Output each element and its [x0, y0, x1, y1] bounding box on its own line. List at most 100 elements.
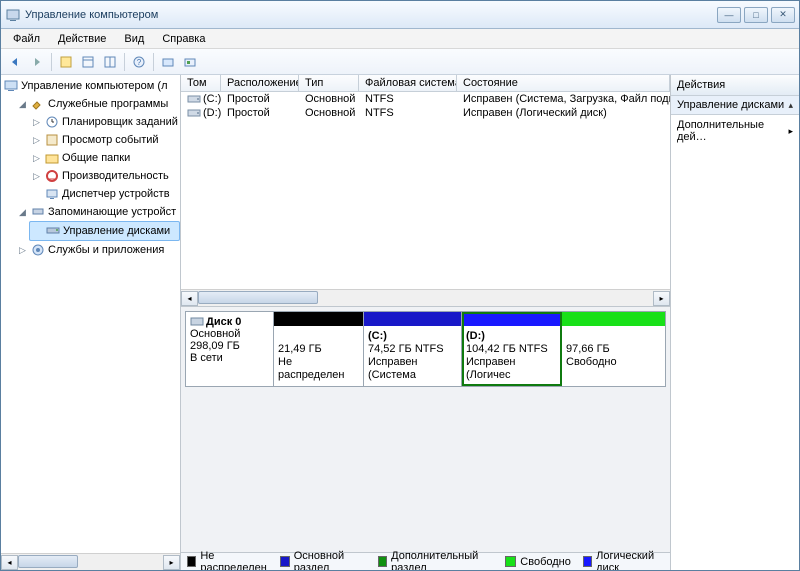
main-window: Управление компьютером — □ ✕ Файл Действ…: [0, 0, 800, 571]
partition-body: 21,49 ГБ Не распределен: [274, 326, 363, 386]
tree-label: Просмотр событий: [62, 134, 159, 146]
scroll-track[interactable]: [198, 291, 653, 306]
partition-body: (C:) 74,52 ГБ NTFS Исправен (Система: [364, 326, 461, 386]
expand-icon[interactable]: ▷: [31, 153, 42, 164]
disk-icon: [190, 316, 204, 328]
partition-size: 74,52 ГБ NTFS: [368, 343, 457, 356]
tree-task-scheduler[interactable]: ▷ Планировщик заданий: [29, 113, 180, 131]
disk-info: Диск 0 Основной 298,09 ГБ В сети: [186, 312, 274, 386]
partition-unallocated[interactable]: 21,49 ГБ Не распределен: [274, 312, 364, 386]
event-icon: [44, 132, 60, 148]
collapse-icon[interactable]: ◢: [17, 207, 28, 218]
col-type[interactable]: Тип: [299, 75, 359, 91]
actions-more[interactable]: Дополнительные дей… ▸: [671, 115, 799, 147]
actions-section[interactable]: Управление дисками ▴: [671, 96, 799, 115]
tree-services[interactable]: ▷ Службы и приложения: [15, 241, 180, 259]
collapse-icon[interactable]: ▴: [788, 100, 793, 111]
volume-status: Исправен (Логический диск): [457, 106, 670, 120]
tree-device-manager[interactable]: Диспетчер устройств: [29, 185, 180, 203]
scroll-thumb[interactable]: [198, 291, 318, 304]
volume-list-scrollbar[interactable]: ◂ ▸: [181, 289, 670, 306]
tree-label: Управление дисками: [63, 225, 170, 237]
tree-system-tools[interactable]: ◢ Служебные программы: [15, 95, 180, 113]
tree-event-viewer[interactable]: ▷ Просмотр событий: [29, 131, 180, 149]
tree-root[interactable]: Управление компьютером (л: [1, 77, 180, 95]
storage-icon: [30, 204, 46, 220]
minimize-button[interactable]: —: [717, 7, 741, 23]
partition-body: 97,66 ГБ Свободно: [562, 326, 665, 386]
partition-free[interactable]: 97,66 ГБ Свободно: [562, 312, 665, 386]
volume-status: Исправен (Система, Загрузка, Файл подкач…: [457, 92, 670, 106]
volume-type: Основной: [299, 92, 359, 106]
partitions: 21,49 ГБ Не распределен (C:) 74,52 ГБ NT…: [274, 312, 665, 386]
partition-name: (D:): [466, 330, 485, 342]
scroll-left-button[interactable]: ◂: [1, 555, 18, 570]
center-pane: Том Расположение Тип Файловая система Со…: [181, 75, 671, 570]
tree-performance[interactable]: ▷ Производительность: [29, 167, 180, 185]
expand-icon[interactable]: ▷: [31, 135, 42, 146]
tree-shared-folders[interactable]: ▷Общие папки: [29, 149, 180, 167]
volume-fs: NTFS: [359, 106, 457, 120]
menu-file[interactable]: Файл: [5, 31, 48, 47]
tree-label: Планировщик заданий: [62, 116, 178, 128]
partition-status: Не распределен: [278, 356, 359, 382]
actions-section-label: Управление дисками: [677, 99, 784, 111]
close-button[interactable]: ✕: [771, 7, 795, 23]
volume-name: (D:): [181, 106, 221, 120]
expand-icon[interactable]: ▷: [31, 117, 42, 128]
volume-name: (C:): [181, 92, 221, 106]
refresh-button[interactable]: [100, 52, 120, 72]
svg-text:?: ?: [137, 58, 142, 67]
partition-name: (C:): [368, 330, 387, 342]
up-button[interactable]: [56, 52, 76, 72]
col-filesystem[interactable]: Файловая система: [359, 75, 457, 91]
volume-list-header: Том Расположение Тип Файловая система Со…: [181, 75, 670, 92]
scroll-left-button[interactable]: ◂: [181, 291, 198, 306]
col-status[interactable]: Состояние: [457, 75, 670, 91]
partition-c[interactable]: (C:) 74,52 ГБ NTFS Исправен (Система: [364, 312, 462, 386]
tree-scrollbar[interactable]: ◂ ▸: [1, 553, 180, 570]
maximize-button[interactable]: □: [744, 7, 768, 23]
expand-icon[interactable]: ▷: [17, 245, 28, 256]
volume-row[interactable]: (C:) Простой Основной NTFS Исправен (Сис…: [181, 92, 670, 106]
col-volume[interactable]: Том: [181, 75, 221, 91]
partition-status: Исправен (Логичес: [466, 356, 557, 382]
tree-label: Производительность: [62, 170, 169, 182]
scroll-track[interactable]: [18, 555, 163, 570]
swatch-green: [505, 556, 516, 567]
disk-icon: [45, 223, 61, 239]
views-button[interactable]: [78, 52, 98, 72]
menu-action[interactable]: Действие: [50, 31, 114, 47]
partition-body: (D:) 104,42 ГБ NTFS Исправен (Логичес: [462, 326, 561, 386]
actions-more-label: Дополнительные дей…: [677, 119, 788, 143]
back-button[interactable]: [5, 52, 25, 72]
toolbar: ?: [1, 49, 799, 75]
tree-disk-management[interactable]: Управление дисками: [29, 221, 180, 241]
toolbar-separator-2: [124, 53, 125, 71]
extra-button-2[interactable]: [180, 52, 200, 72]
partition-header: [562, 312, 665, 326]
expand-icon[interactable]: ▷: [31, 171, 42, 182]
menu-help[interactable]: Справка: [154, 31, 213, 47]
collapse-icon[interactable]: ◢: [17, 99, 28, 110]
scroll-right-button[interactable]: ▸: [653, 291, 670, 306]
col-layout[interactable]: Расположение: [221, 75, 299, 91]
help-button[interactable]: ?: [129, 52, 149, 72]
disk-label: Диск 0: [206, 316, 241, 328]
disk-row[interactable]: Диск 0 Основной 298,09 ГБ В сети 21,49 Г…: [185, 311, 666, 387]
menu-view[interactable]: Вид: [116, 31, 152, 47]
tree-pane: Управление компьютером (л ◢ Служебные пр…: [1, 75, 181, 570]
swatch-black: [187, 556, 196, 567]
extra-button-1[interactable]: [158, 52, 178, 72]
scroll-thumb[interactable]: [18, 555, 78, 568]
partition-name: [566, 330, 661, 343]
tree-label: Диспетчер устройств: [62, 188, 170, 200]
body: Управление компьютером (л ◢ Служебные пр…: [1, 75, 799, 570]
folder-icon: [44, 150, 60, 166]
tree-label: Служебные программы: [48, 98, 168, 110]
tree-storage[interactable]: ◢ Запоминающие устройст: [15, 203, 180, 221]
scroll-right-button[interactable]: ▸: [163, 555, 180, 570]
forward-button[interactable]: [27, 52, 47, 72]
partition-d[interactable]: (D:) 104,42 ГБ NTFS Исправен (Логичес: [462, 312, 562, 386]
volume-row[interactable]: (D:) Простой Основной NTFS Исправен (Лог…: [181, 106, 670, 120]
